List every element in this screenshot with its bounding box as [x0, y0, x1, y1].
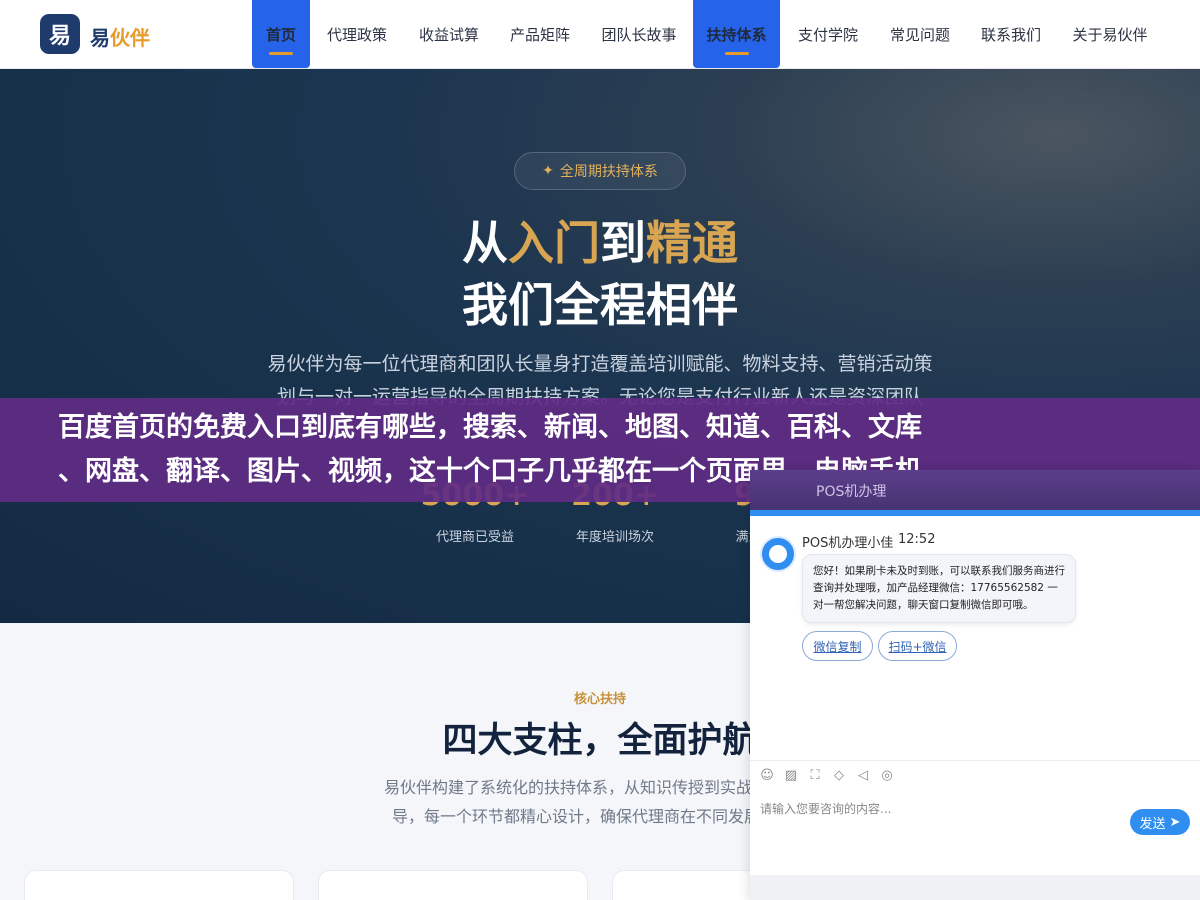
- message-time: 12:52: [898, 532, 936, 547]
- hero-description-line: 易伙伴为每一位代理商和团队长量身打造覆盖培训赋能、物料支持、营销活动策: [267, 353, 933, 375]
- shield-icon[interactable]: ◇: [832, 768, 846, 783]
- logo-text[interactable]: 易伙伴: [90, 22, 150, 51]
- agent-message: 您好！如果刷卡未及时到账，可以联系我们服务商进行查询并处理哦，加产品经理微信：1…: [802, 554, 1076, 623]
- avatar-face-icon: [769, 545, 787, 563]
- top-nav: 易 易伙伴 首页 代理政策 收益试算 产品矩阵 团队长故事 扶持体系 支付学院 …: [0, 0, 1200, 68]
- hero-title-highlight: 精通: [646, 216, 738, 270]
- hero-title-part: 到: [600, 216, 646, 270]
- pillar-card[interactable]: [24, 870, 294, 900]
- hero-title-line-2: 我们全程相伴: [462, 278, 738, 332]
- chat-widget: POS机办理 POS机办理小佳 12:52 您好！如果刷卡未及时到账，可以联系我…: [750, 470, 1200, 900]
- agent-avatar: [760, 536, 796, 572]
- sparkle-icon: ✦: [542, 163, 554, 179]
- scan-wechat-button[interactable]: 扫码+微信: [878, 631, 957, 661]
- wechat-icon[interactable]: ◎: [880, 768, 894, 783]
- nav-item-faq[interactable]: 常见问题: [881, 0, 959, 68]
- send-button[interactable]: 发送 ➤: [1130, 809, 1190, 835]
- nav-item-about[interactable]: 关于易伙伴: [1064, 0, 1156, 68]
- nav-item-agent-policy[interactable]: 代理政策: [318, 0, 396, 68]
- nav-item-contact[interactable]: 联系我们: [972, 0, 1050, 68]
- nav-item-product-matrix[interactable]: 产品矩阵: [501, 0, 579, 68]
- stat-label: 代理商已受益: [435, 530, 514, 545]
- nav-item-support-system[interactable]: 扶持体系: [693, 0, 780, 68]
- send-arrow-icon: ➤: [1169, 814, 1181, 830]
- image-icon[interactable]: ▨: [784, 768, 798, 783]
- nav-item-home[interactable]: 首页: [252, 0, 310, 68]
- stat-label: 年度培训场次: [575, 530, 654, 545]
- nav-item-leader-stories[interactable]: 团队长故事: [593, 0, 685, 68]
- nav-item-earnings-calc[interactable]: 收益试算: [410, 0, 488, 68]
- emoji-icon[interactable]: ☺: [760, 768, 774, 783]
- logo-text-part-b: 伙伴: [110, 26, 150, 50]
- chat-toolbar: ☺ ▨ ⛶ ◇ ◁ ◎: [750, 760, 1200, 790]
- nav-item-payment-academy[interactable]: 支付学院: [789, 0, 867, 68]
- hero-badge-label: 全周期扶持体系: [559, 164, 658, 180]
- hero-badge: ✦ 全周期扶持体系: [514, 152, 686, 190]
- hero-title-line-1: 从入门到精通: [0, 214, 1200, 272]
- pillar-card[interactable]: [318, 870, 588, 900]
- volume-icon[interactable]: ◁: [856, 768, 870, 783]
- screenshot-icon[interactable]: ⛶: [808, 768, 822, 783]
- banner-line: 百度首页的免费入口到底有哪些，搜索、新闻、地图、知道、百科、文库: [58, 412, 922, 443]
- core-kicker: 核心扶持: [573, 692, 626, 707]
- chat-header-strip: [750, 510, 1200, 516]
- logo-mark[interactable]: 易: [40, 14, 80, 54]
- chat-header: POS机办理: [750, 470, 1200, 510]
- logo-text-part-a: 易: [90, 26, 110, 50]
- send-label: 发送: [1139, 816, 1166, 832]
- copy-wechat-button[interactable]: 微信复制: [802, 631, 873, 661]
- hero-title-highlight: 入门: [508, 216, 600, 270]
- agent-name: POS机办理小佳: [802, 536, 894, 551]
- chat-footer: [750, 875, 1200, 900]
- hero-title-part: 从: [462, 216, 508, 270]
- chat-input[interactable]: 请输入您要咨询的内容...: [760, 800, 891, 817]
